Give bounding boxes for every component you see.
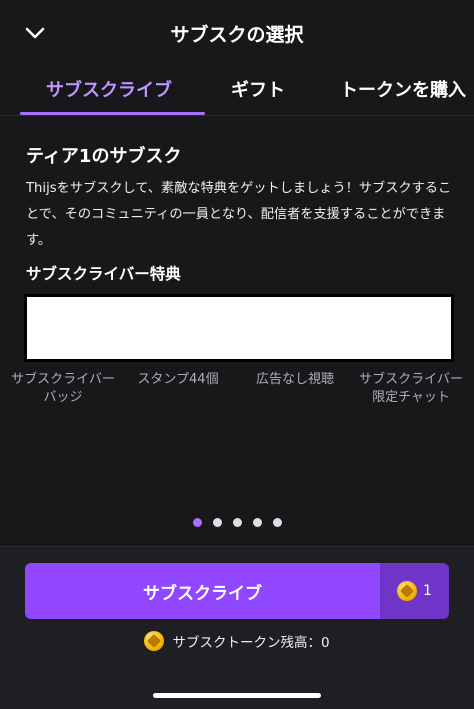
coin-icon — [397, 581, 418, 601]
benefit-sub-chat-label: サブスクライバー限定チャット — [359, 372, 463, 405]
tab-gift[interactable]: ギフト — [231, 76, 285, 102]
benefit-emotes-label: スタンプ44個 — [137, 372, 219, 387]
tier-description: Thijsをサブスクして、素敵な特典をゲットしましょう！サブスクすることで、その… — [26, 181, 452, 248]
pagination-dot[interactable] — [192, 518, 202, 527]
tier-title: ティア1のサブスク — [26, 146, 182, 167]
benefits-image-area — [24, 294, 454, 362]
token-balance-text: サブスクトークン残高：0 — [172, 635, 330, 651]
token-price: 1 — [423, 583, 432, 599]
token-price-button[interactable]: 1 — [380, 563, 449, 619]
benefit-ad-free-label: 広告なし視聴 — [255, 372, 334, 387]
page-title: サブスクの選択 — [170, 24, 304, 46]
tab-subscribe[interactable]: サブスクライブ — [46, 76, 172, 102]
benefits-title: サブスクライバー特典 — [26, 265, 181, 283]
header: サブスクの選択 — [0, 0, 474, 64]
active-tab-indicator — [20, 112, 205, 115]
pagination-dot[interactable] — [232, 518, 242, 527]
pagination-dot[interactable] — [212, 518, 222, 527]
pagination-dots — [0, 518, 474, 527]
pagination-dot[interactable] — [272, 518, 282, 527]
benefit-badge-label: サブスクライバーバッジ — [11, 372, 115, 405]
tab-buy-tokens[interactable]: トークンを購入 — [340, 76, 466, 102]
footer: サブスクライブ 1 サブスクトークン残高：0 — [0, 546, 474, 709]
coin-icon — [144, 631, 165, 651]
pagination-dot[interactable] — [252, 518, 262, 527]
subscribe-button[interactable]: サブスクライブ — [25, 563, 380, 619]
token-balance: サブスクトークン残高：0 — [0, 631, 474, 651]
home-indicator[interactable] — [153, 693, 321, 698]
tab-bar: サブスクライブ ギフト トークンを購入 — [0, 66, 474, 116]
